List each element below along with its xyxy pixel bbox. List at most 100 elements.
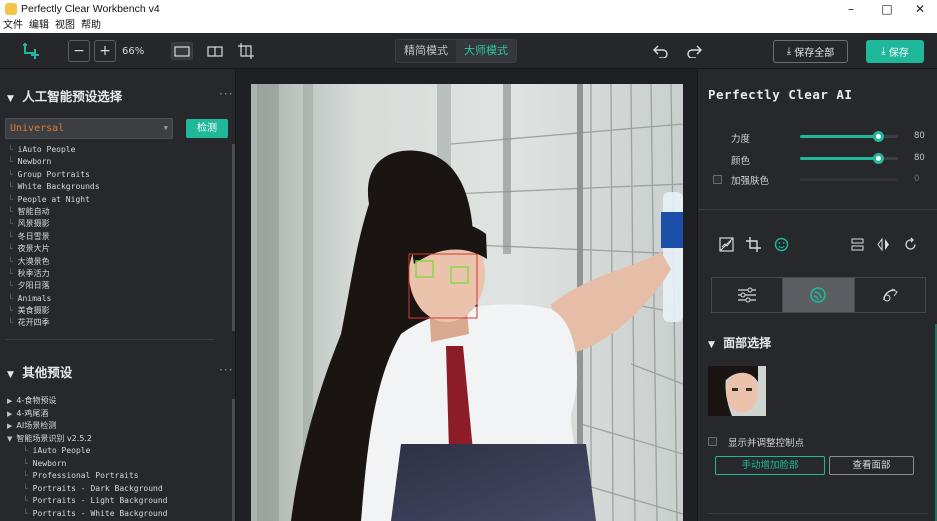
redo-icon[interactable] [684, 41, 704, 61]
preset-label: iAuto People [17, 145, 76, 154]
preset-item[interactable]: └ 夕阳日落 [8, 280, 100, 292]
ai-preset-title: 人工智能预设选择 [22, 89, 123, 104]
adjust-image-icon[interactable] [719, 237, 734, 256]
more-icon[interactable]: ··· [219, 87, 233, 101]
preset-item[interactable]: └ Portraits - Light Background [7, 495, 168, 508]
preset-item[interactable]: └ Professional Portraits [7, 470, 168, 483]
mode-master-tab[interactable]: 大师模式 [456, 40, 516, 62]
preset-item[interactable]: └ iAuto People [7, 445, 168, 458]
flip-vertical-icon[interactable] [850, 237, 865, 256]
other-preset-list: ▶ 4-食物预设 ▶ 4-鸡尾酒 ▶ AI场景检测 ▼ 智能场景识别 v2.5.2 └ iAut… [7, 395, 168, 520]
preset-item[interactable]: └ Newborn [7, 458, 168, 471]
preset-label: 大漠景色 [17, 256, 50, 266]
tree-connector: └ [23, 446, 33, 455]
preset-item[interactable]: └ 花开四季 [8, 317, 100, 329]
flip-horizontal-icon[interactable] [876, 237, 891, 256]
preset-group[interactable]: ▶ AI场景检测 [7, 420, 168, 433]
preset-item[interactable]: └ Animals [8, 293, 100, 305]
close-button[interactable]: ✕ [903, 0, 937, 19]
preset-label: People at Night [17, 194, 90, 204]
save-all-button[interactable]: ⤓ 保存全部 [773, 40, 848, 63]
tree-connector: └ [8, 318, 18, 328]
preset-label: Portraits - Dark Background [32, 483, 163, 493]
preset-item[interactable]: └ 智能自动 [8, 206, 100, 218]
face-retouch-tab[interactable] [783, 278, 855, 312]
mode-simple-tab[interactable]: 精简模式 [396, 40, 456, 62]
collapse-arrow-icon: ▼ [708, 340, 715, 350]
preset-item[interactable]: └ iAuto People [8, 144, 100, 156]
color-slider[interactable] [800, 153, 898, 164]
menu-file[interactable]: 文件 [3, 19, 23, 33]
crop-icon[interactable] [746, 237, 761, 256]
download-icon: ⤓ [881, 46, 886, 57]
zoom-in-button[interactable]: + [94, 40, 116, 62]
ai-preset-header[interactable]: ▼ 人工智能预设选择 [7, 86, 122, 105]
strength-value: 80 [914, 131, 925, 141]
save-label: 保存 [888, 48, 909, 59]
preset-scrollbar[interactable] [232, 144, 235, 331]
preset-label: Newborn [32, 458, 67, 468]
preset-label: Portraits - Light Background [32, 496, 168, 505]
save-button[interactable]: ⤓ 保存 [866, 40, 924, 63]
preset-item[interactable]: └ 美食摄影 [8, 305, 100, 317]
tree-connector: └ [8, 206, 18, 216]
toolbar: − + 66% 精简模式 大师模式 ⤓ 保存全部 ⤓ 保存 [0, 33, 937, 69]
single-view-icon[interactable] [171, 42, 193, 60]
more-icon[interactable]: ··· [219, 363, 233, 377]
preset-group-label: 4-鸡尾酒 [16, 408, 49, 418]
view-face-button[interactable]: 查看面部 [829, 456, 914, 475]
preset-group[interactable]: ▶ 4-食物预设 [7, 395, 168, 408]
preset-item[interactable]: └ 冬日雪景 [8, 231, 100, 243]
preset-item[interactable]: └ People at Night [8, 194, 100, 206]
preset-group[interactable]: ▼ 智能场景识别 v2.5.2 [7, 433, 168, 446]
face-icon[interactable] [774, 237, 789, 256]
menu-help[interactable]: 帮助 [81, 19, 101, 33]
preset-dropdown[interactable]: Universal ▼ [5, 118, 173, 139]
slider-fill [800, 157, 879, 160]
add-face-button[interactable]: 手动增加脸部 [715, 456, 825, 475]
other-scrollbar[interactable] [232, 399, 235, 521]
detect-button[interactable]: 检测 [186, 119, 228, 138]
sliders-tab[interactable] [712, 278, 784, 312]
undo-icon[interactable] [651, 41, 671, 61]
app-logo-icon [5, 3, 17, 15]
skin-tone-slider[interactable] [800, 178, 898, 181]
slider-thumb[interactable] [872, 131, 884, 142]
preset-item[interactable]: └ 夜景大片 [8, 243, 100, 255]
rotate-icon[interactable] [903, 237, 918, 256]
menu-bar: 文件 编辑 视图 帮助 [0, 19, 937, 33]
preset-group[interactable]: ▶ 4-鸡尾酒 [7, 408, 168, 421]
split-view-icon[interactable] [204, 42, 226, 60]
photo-preview[interactable] [251, 84, 683, 521]
tree-connector: └ [8, 182, 18, 192]
strength-slider[interactable] [800, 131, 898, 142]
tree-connector: └ [8, 268, 18, 278]
minimize-button[interactable]: – [834, 0, 868, 19]
face-thumbnail[interactable] [708, 366, 766, 416]
preset-item[interactable]: └ White Backgrounds [8, 181, 100, 193]
zoom-out-button[interactable]: − [68, 40, 90, 62]
image-canvas[interactable] [237, 69, 697, 521]
slider-thumb[interactable] [872, 153, 884, 164]
menu-edit[interactable]: 编辑 [29, 19, 49, 33]
preset-item[interactable]: └ 风景摄影 [8, 218, 100, 230]
face-select-header[interactable]: ▼ 面部选择 [708, 334, 771, 351]
preset-label: Newborn [17, 157, 52, 167]
show-controls-checkbox[interactable] [708, 437, 717, 446]
preset-item[interactable]: └ 大漠景色 [8, 256, 100, 268]
preset-item[interactable]: └ Group Portraits [8, 169, 100, 181]
maximize-button[interactable]: □ [870, 0, 904, 19]
menu-view[interactable]: 视图 [55, 19, 75, 33]
preset-item[interactable]: └ 秋季活力 [8, 268, 100, 280]
crop-view-icon[interactable] [236, 41, 256, 61]
makeup-tab[interactable] [855, 278, 925, 312]
other-preset-header[interactable]: ▼ 其他预设 [7, 362, 72, 381]
preset-item[interactable]: └ Portraits - Dark Background [7, 483, 168, 496]
preset-label: 花开四季 [17, 318, 50, 328]
preset-item[interactable]: └ Newborn [8, 156, 100, 168]
tree-connector: └ [23, 508, 33, 518]
tree-connector: └ [8, 194, 18, 204]
preset-item[interactable]: └ Portraits - White Background [7, 508, 168, 521]
app-crop-logo-icon[interactable] [20, 40, 42, 62]
skin-tone-checkbox[interactable] [713, 175, 722, 184]
